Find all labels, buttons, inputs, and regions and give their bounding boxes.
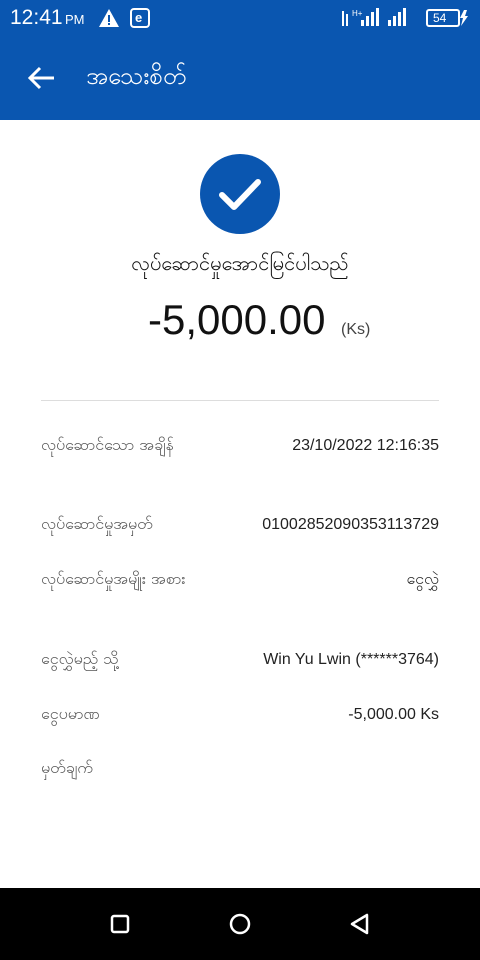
svg-text:H+: H+ xyxy=(352,9,363,18)
detail-value-amount: -5,000.00 Ks xyxy=(348,706,439,723)
amount-unit: (Ks) xyxy=(341,321,371,338)
detail-value-type: ငွေလွှဲ xyxy=(406,571,439,588)
page-title: အသေးစိတ် xyxy=(86,62,187,90)
nav-back-icon[interactable] xyxy=(348,912,372,936)
status-time: 12:41 xyxy=(10,6,63,29)
detail-label-time: လုပ်ဆောင်သော အချိန် xyxy=(41,435,174,454)
success-title: လုပ်ဆောင်မှုအောင်မြင်ပါသည် xyxy=(131,251,349,275)
status-bar: 12:41 PM e H+ 54 xyxy=(0,0,480,36)
detail-label-id: လုပ်ဆောင်မှုအမှတ် xyxy=(41,514,153,533)
success-check-icon xyxy=(200,154,280,234)
recent-apps-icon[interactable] xyxy=(108,912,132,936)
detail-label-note: မှတ်ချက် xyxy=(41,758,93,777)
detail-value-id: 01002852090353113729 xyxy=(262,516,439,533)
battery-icon: 54 xyxy=(426,9,460,27)
checkmark-icon xyxy=(219,179,261,210)
app-icon-letter: e xyxy=(135,10,143,25)
detail-value-recipient: Win Yu Lwin (******3764) xyxy=(263,651,439,668)
detail-label-recipient: ငွေလွှဲမည့် သို့ xyxy=(41,649,119,668)
app-bar: အသေးစိတ် xyxy=(0,36,480,120)
warning-icon xyxy=(99,9,119,27)
detail-label-amount: ငွေပမာဏ xyxy=(41,704,100,723)
transaction-amount: -5,000.00 xyxy=(148,296,326,343)
detail-value-time: 23/10/2022 12:16:35 xyxy=(292,437,439,454)
detail-label-type: လုပ်ဆောင်မှုအမျိုး အစား xyxy=(41,569,186,588)
home-icon[interactable] xyxy=(228,912,252,936)
back-arrow-icon[interactable] xyxy=(22,58,62,98)
battery-level: 54 xyxy=(433,11,447,25)
divider xyxy=(41,400,439,401)
app-notification-icon: e xyxy=(130,8,150,28)
status-ampm: PM xyxy=(65,12,85,27)
system-nav-bar xyxy=(0,888,480,960)
